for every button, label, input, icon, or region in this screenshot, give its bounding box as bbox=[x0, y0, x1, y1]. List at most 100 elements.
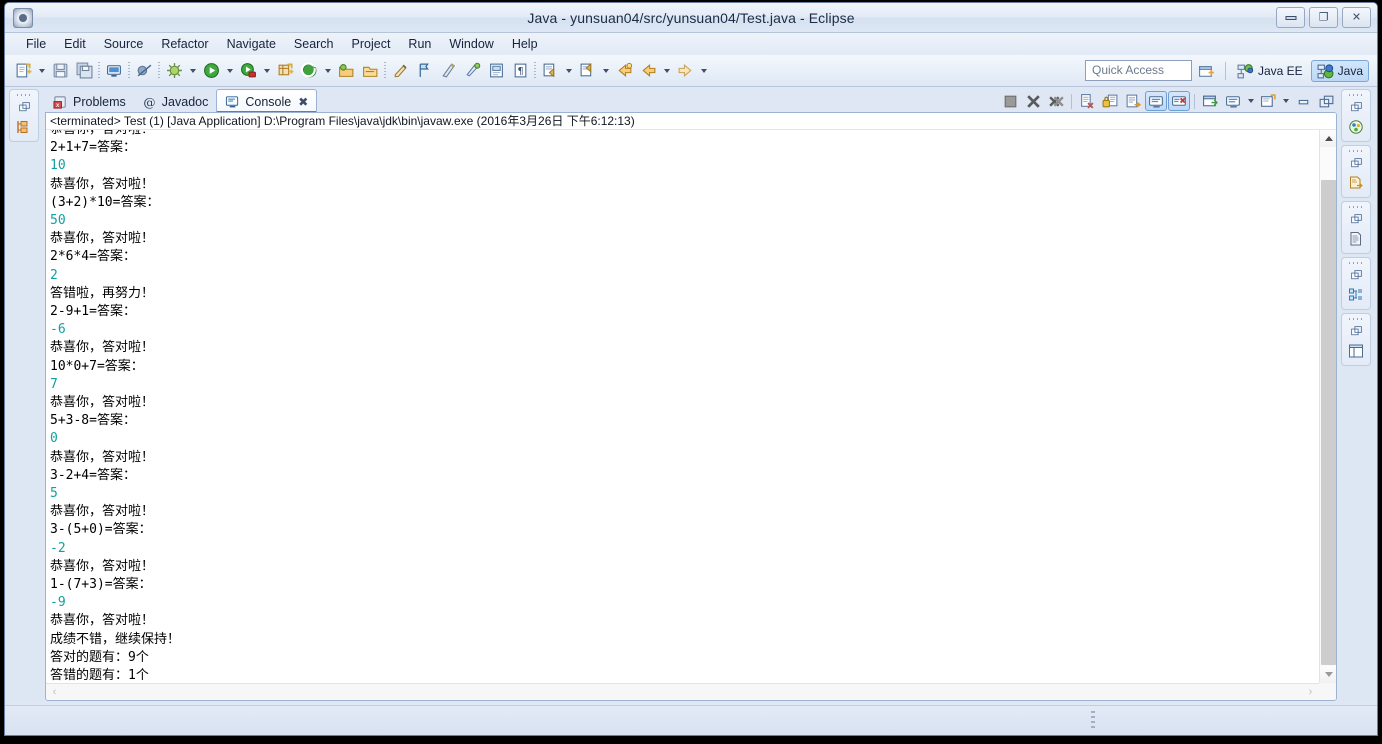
vertical-scroll-thumb[interactable] bbox=[1321, 180, 1336, 665]
rail-group-javadoc[interactable] bbox=[1341, 145, 1371, 198]
rail-drag-handle[interactable] bbox=[1342, 316, 1370, 323]
toggle-ant-icon[interactable] bbox=[436, 59, 460, 83]
remove-launch-icon[interactable] bbox=[1022, 91, 1044, 111]
task-list-icon[interactable] bbox=[1342, 340, 1370, 362]
previous-annotation-icon[interactable] bbox=[575, 59, 599, 83]
tab-javadoc[interactable]: @ Javadoc bbox=[134, 91, 217, 113]
scroll-left-icon[interactable]: ‹ bbox=[46, 684, 63, 700]
restore-view-icon[interactable] bbox=[10, 99, 38, 116]
quick-access-input[interactable]: Quick Access bbox=[1085, 60, 1192, 81]
display-console-dropdown-icon[interactable] bbox=[1245, 91, 1256, 111]
menu-item-run[interactable]: Run bbox=[399, 34, 440, 54]
menu-item-edit[interactable]: Edit bbox=[55, 34, 95, 54]
toggle-breakpoint-icon[interactable] bbox=[132, 59, 156, 83]
menu-item-refactor[interactable]: Refactor bbox=[152, 34, 217, 54]
toggle-block-selection-icon[interactable] bbox=[484, 59, 508, 83]
show-console-on-output-icon[interactable] bbox=[1145, 91, 1167, 111]
forward-history-icon[interactable] bbox=[673, 59, 697, 83]
menu-item-search[interactable]: Search bbox=[285, 34, 343, 54]
new-class-dropdown-icon[interactable] bbox=[321, 59, 334, 83]
close-button[interactable]: ✕ bbox=[1342, 7, 1371, 28]
display-selected-console-icon[interactable] bbox=[1222, 91, 1244, 111]
rail-group-task-list[interactable] bbox=[1341, 313, 1371, 366]
terminate-icon[interactable] bbox=[999, 91, 1021, 111]
restore-view-icon[interactable] bbox=[1342, 99, 1370, 116]
restore-view-icon[interactable] bbox=[1342, 155, 1370, 172]
open-task-icon[interactable] bbox=[358, 59, 382, 83]
previous-annotation-dropdown-icon[interactable] bbox=[599, 59, 612, 83]
debug-icon[interactable] bbox=[162, 59, 186, 83]
rail-group-declaration[interactable] bbox=[1341, 201, 1371, 254]
next-annotation-dropdown-icon[interactable] bbox=[562, 59, 575, 83]
javadoc-icon[interactable] bbox=[1342, 172, 1370, 194]
palette-icon[interactable] bbox=[1342, 116, 1370, 138]
restore-button[interactable]: ❐ bbox=[1309, 7, 1338, 28]
rail-drag-handle[interactable] bbox=[1342, 204, 1370, 211]
scroll-down-icon[interactable] bbox=[1320, 666, 1336, 683]
console-horizontal-scrollbar[interactable]: ‹ › bbox=[46, 683, 1319, 700]
marker-icon[interactable] bbox=[412, 59, 436, 83]
back-history-alt-icon[interactable] bbox=[636, 59, 660, 83]
rail-drag-handle[interactable] bbox=[1342, 260, 1370, 267]
restore-view-icon[interactable] bbox=[1342, 211, 1370, 228]
tab-console[interactable]: Console ✖ bbox=[216, 89, 318, 113]
last-edit-icon[interactable] bbox=[460, 59, 484, 83]
outline-icon[interactable] bbox=[1342, 284, 1370, 306]
run-icon[interactable] bbox=[199, 59, 223, 83]
word-wrap-icon[interactable] bbox=[1122, 91, 1144, 111]
console-vertical-scrollbar[interactable] bbox=[1319, 130, 1336, 683]
clear-console-icon[interactable] bbox=[1076, 91, 1098, 111]
rail-group-outline[interactable] bbox=[1341, 257, 1371, 310]
tab-close-icon[interactable]: ✖ bbox=[298, 95, 308, 109]
search-icon[interactable] bbox=[388, 59, 412, 83]
remove-all-terminated-icon[interactable] bbox=[1045, 91, 1067, 111]
perspective-java[interactable]: Java bbox=[1310, 60, 1369, 82]
perspective-java-ee[interactable]: Java EE bbox=[1232, 60, 1308, 82]
debug-dropdown-icon[interactable] bbox=[186, 59, 199, 83]
open-console-dropdown-icon[interactable] bbox=[1280, 91, 1291, 111]
run-dropdown-icon[interactable] bbox=[223, 59, 236, 83]
menu-item-help[interactable]: Help bbox=[503, 34, 547, 54]
scroll-lock-icon[interactable] bbox=[1099, 91, 1121, 111]
open-console-icon[interactable] bbox=[1257, 91, 1279, 111]
rail-group-package-explorer[interactable] bbox=[9, 89, 39, 142]
show-console-on-error-icon[interactable] bbox=[1168, 91, 1190, 111]
save-icon[interactable] bbox=[48, 59, 72, 83]
rail-group-palette[interactable] bbox=[1341, 89, 1371, 142]
status-bar-grip[interactable] bbox=[1091, 711, 1095, 731]
external-tools-dropdown-icon[interactable] bbox=[260, 59, 273, 83]
open-perspective-icon[interactable] bbox=[1195, 59, 1219, 83]
document-icon[interactable] bbox=[1342, 228, 1370, 250]
menu-item-window[interactable]: Window bbox=[440, 34, 502, 54]
minimize-view-icon[interactable] bbox=[1292, 91, 1314, 111]
external-tools-icon[interactable] bbox=[236, 59, 260, 83]
scroll-right-icon[interactable]: › bbox=[1302, 684, 1319, 700]
back-history-icon[interactable] bbox=[612, 59, 636, 83]
open-type-icon[interactable] bbox=[334, 59, 358, 83]
save-all-icon[interactable] bbox=[72, 59, 96, 83]
package-explorer-icon[interactable] bbox=[10, 116, 38, 138]
rail-drag-handle[interactable] bbox=[1342, 148, 1370, 155]
minimize-button[interactable] bbox=[1276, 7, 1305, 28]
print-icon[interactable] bbox=[102, 59, 126, 83]
console-text-content[interactable]: 恭喜你，答对啦！2+1+7=答案：10恭喜你，答对啦！(3+2)*10=答案：5… bbox=[50, 130, 180, 683]
new-icon[interactable] bbox=[11, 59, 35, 83]
forward-dropdown-icon[interactable] bbox=[697, 59, 710, 83]
new-dropdown-icon[interactable] bbox=[35, 59, 48, 83]
restore-view-icon[interactable] bbox=[1342, 323, 1370, 340]
tab-problems[interactable]: x Problems bbox=[45, 91, 134, 113]
back-dropdown-icon[interactable] bbox=[660, 59, 673, 83]
rail-drag-handle[interactable] bbox=[1342, 92, 1370, 99]
maximize-view-icon[interactable] bbox=[1315, 91, 1337, 111]
scroll-up-icon[interactable] bbox=[1320, 130, 1336, 147]
console-output-box[interactable]: <terminated> Test (1) [Java Application]… bbox=[45, 112, 1337, 701]
menu-item-navigate[interactable]: Navigate bbox=[218, 34, 285, 54]
pin-console-icon[interactable] bbox=[1199, 91, 1221, 111]
menu-item-source[interactable]: Source bbox=[95, 34, 153, 54]
menu-item-file[interactable]: File bbox=[17, 34, 55, 54]
show-whitespace-icon[interactable]: ¶ bbox=[508, 59, 532, 83]
rail-drag-handle[interactable] bbox=[10, 92, 38, 99]
new-java-class-icon[interactable] bbox=[297, 59, 321, 83]
menu-item-project[interactable]: Project bbox=[343, 34, 400, 54]
new-java-project-icon[interactable] bbox=[273, 59, 297, 83]
